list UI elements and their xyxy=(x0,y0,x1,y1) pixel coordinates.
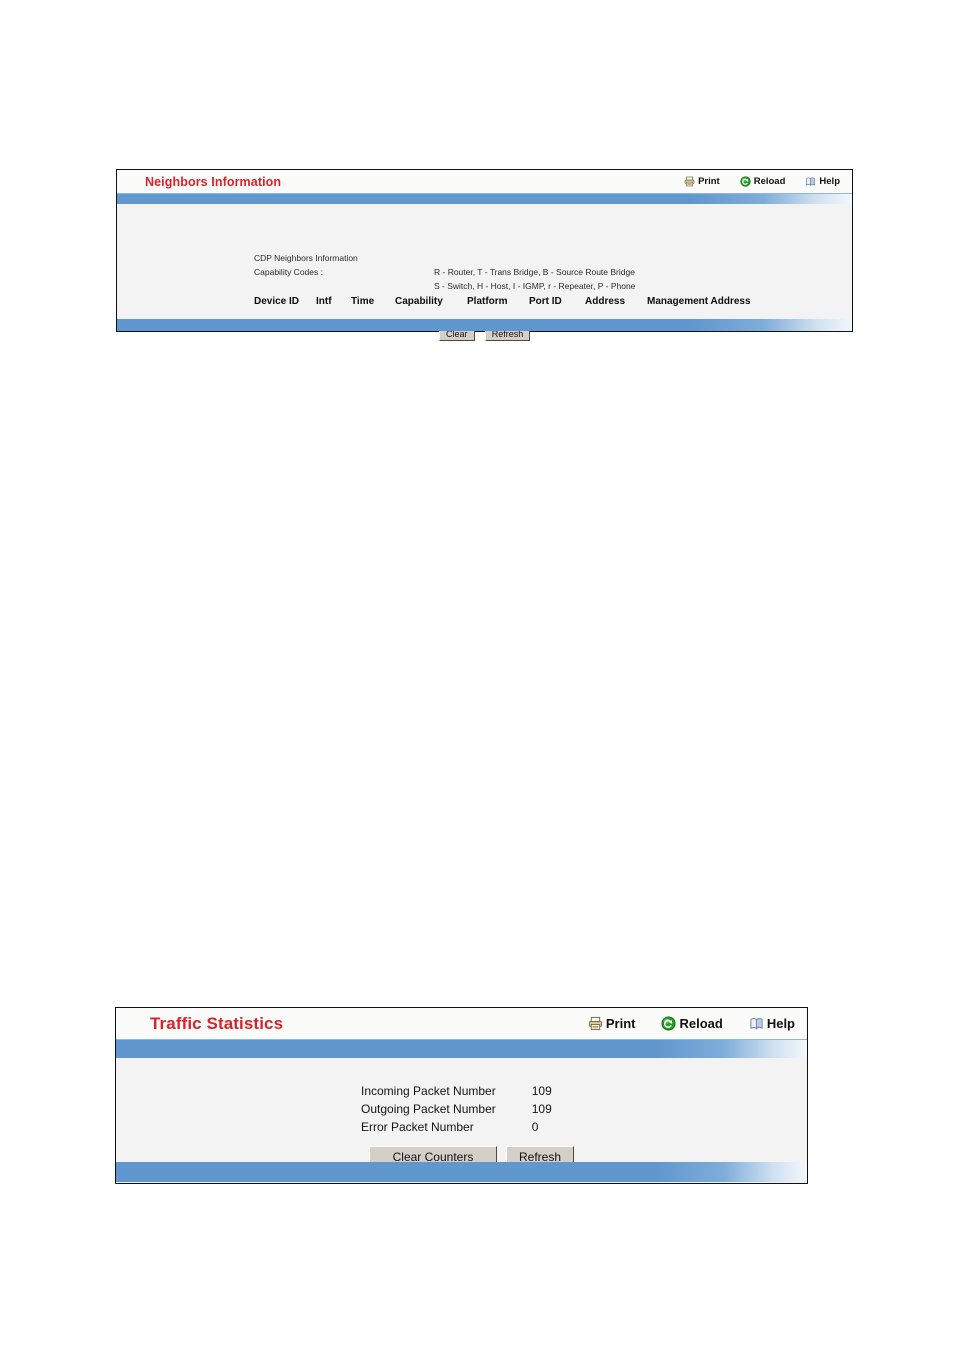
reload-icon xyxy=(740,176,751,187)
error-packet-number-value: 0 xyxy=(531,1120,539,1134)
neighbors-table-header: Device ID Intf Time Capability Platform … xyxy=(254,296,751,307)
outgoing-packet-number-label: Outgoing Packet Number xyxy=(361,1102,496,1116)
capability-codes-line-2: S - Switch, H - Host, I - IGMP, r - Repe… xyxy=(434,281,636,291)
neighbors-information-panel: Neighbors Information Print Reload Help … xyxy=(116,169,853,341)
panel-bottom-divider xyxy=(117,319,852,331)
capability-codes-line-1: R - Router, T - Trans Bridge, B - Source… xyxy=(434,267,635,277)
column-header-device-id: Device ID xyxy=(254,296,300,307)
column-header-platform: Platform xyxy=(467,296,508,307)
capability-codes-row-2: S - Switch, H - Host, I - IGMP, r - Repe… xyxy=(254,279,635,293)
help-book-icon xyxy=(805,176,816,187)
incoming-packet-number-value: 109 xyxy=(531,1084,552,1098)
panel-actions: Print Reload Help xyxy=(684,176,847,187)
page-title: Neighbors Information xyxy=(145,174,282,189)
outgoing-packet-number-value: 109 xyxy=(531,1102,552,1116)
print-label: Print xyxy=(605,1016,636,1031)
capability-codes-label: Capability Codes : xyxy=(254,267,323,277)
cdp-heading: CDP Neighbors Information xyxy=(254,253,358,263)
incoming-packet-number-label: Incoming Packet Number xyxy=(361,1084,496,1098)
reload-label: Reload xyxy=(679,1016,723,1031)
panel-top-divider xyxy=(117,193,852,204)
error-packet-number-label: Error Packet Number xyxy=(361,1120,474,1134)
print-button[interactable]: Print xyxy=(588,1016,636,1031)
capability-codes-row-1: Capability Codes : R - Router, T - Trans… xyxy=(254,265,635,279)
column-header-management-address: Management Address xyxy=(647,296,751,307)
column-header-capability: Capability xyxy=(395,296,443,307)
cdp-heading-row: CDP Neighbors Information xyxy=(254,251,635,265)
table-row: Outgoing Packet Number 109 xyxy=(361,1102,552,1120)
print-label: Print xyxy=(698,176,720,187)
panel-body: CDP Neighbors Information Capability Cod… xyxy=(117,204,852,341)
column-header-intf: Intf xyxy=(316,296,332,307)
column-header-port-id: Port ID xyxy=(529,296,562,307)
table-row: Error Packet Number 0 xyxy=(361,1120,552,1138)
help-button[interactable]: Help xyxy=(749,1016,795,1031)
page-title: Traffic Statistics xyxy=(150,1013,284,1033)
capability-codes-spacer xyxy=(254,279,434,293)
panel-body: Incoming Packet Number 109 Outgoing Pack… xyxy=(116,1058,807,1167)
table-row: Incoming Packet Number 109 xyxy=(361,1084,552,1102)
traffic-statistics-panel: Traffic Statistics Print Reload Help Inc… xyxy=(115,1007,808,1184)
help-book-icon xyxy=(749,1016,764,1031)
reload-button[interactable]: Reload xyxy=(740,176,786,187)
traffic-statistics-table: Incoming Packet Number 109 Outgoing Pack… xyxy=(361,1084,552,1138)
panel-bottom-divider xyxy=(116,1162,807,1182)
panel-titlebar: Traffic Statistics Print Reload Help xyxy=(116,1008,807,1039)
column-header-address: Address xyxy=(585,296,626,307)
help-label: Help xyxy=(819,176,840,187)
panel-titlebar: Neighbors Information Print Reload Help xyxy=(117,170,852,193)
help-label: Help xyxy=(766,1016,795,1031)
column-header-time: Time xyxy=(351,296,375,307)
panel-top-divider xyxy=(116,1039,807,1058)
cdp-info-block: CDP Neighbors Information Capability Cod… xyxy=(254,251,635,293)
reload-button[interactable]: Reload xyxy=(661,1016,723,1031)
print-button[interactable]: Print xyxy=(684,176,720,187)
reload-label: Reload xyxy=(753,176,786,187)
panel-actions: Print Reload Help xyxy=(588,1016,795,1031)
reload-icon xyxy=(661,1016,677,1031)
printer-icon xyxy=(588,1016,603,1031)
help-button[interactable]: Help xyxy=(805,176,840,187)
printer-icon xyxy=(684,176,695,187)
